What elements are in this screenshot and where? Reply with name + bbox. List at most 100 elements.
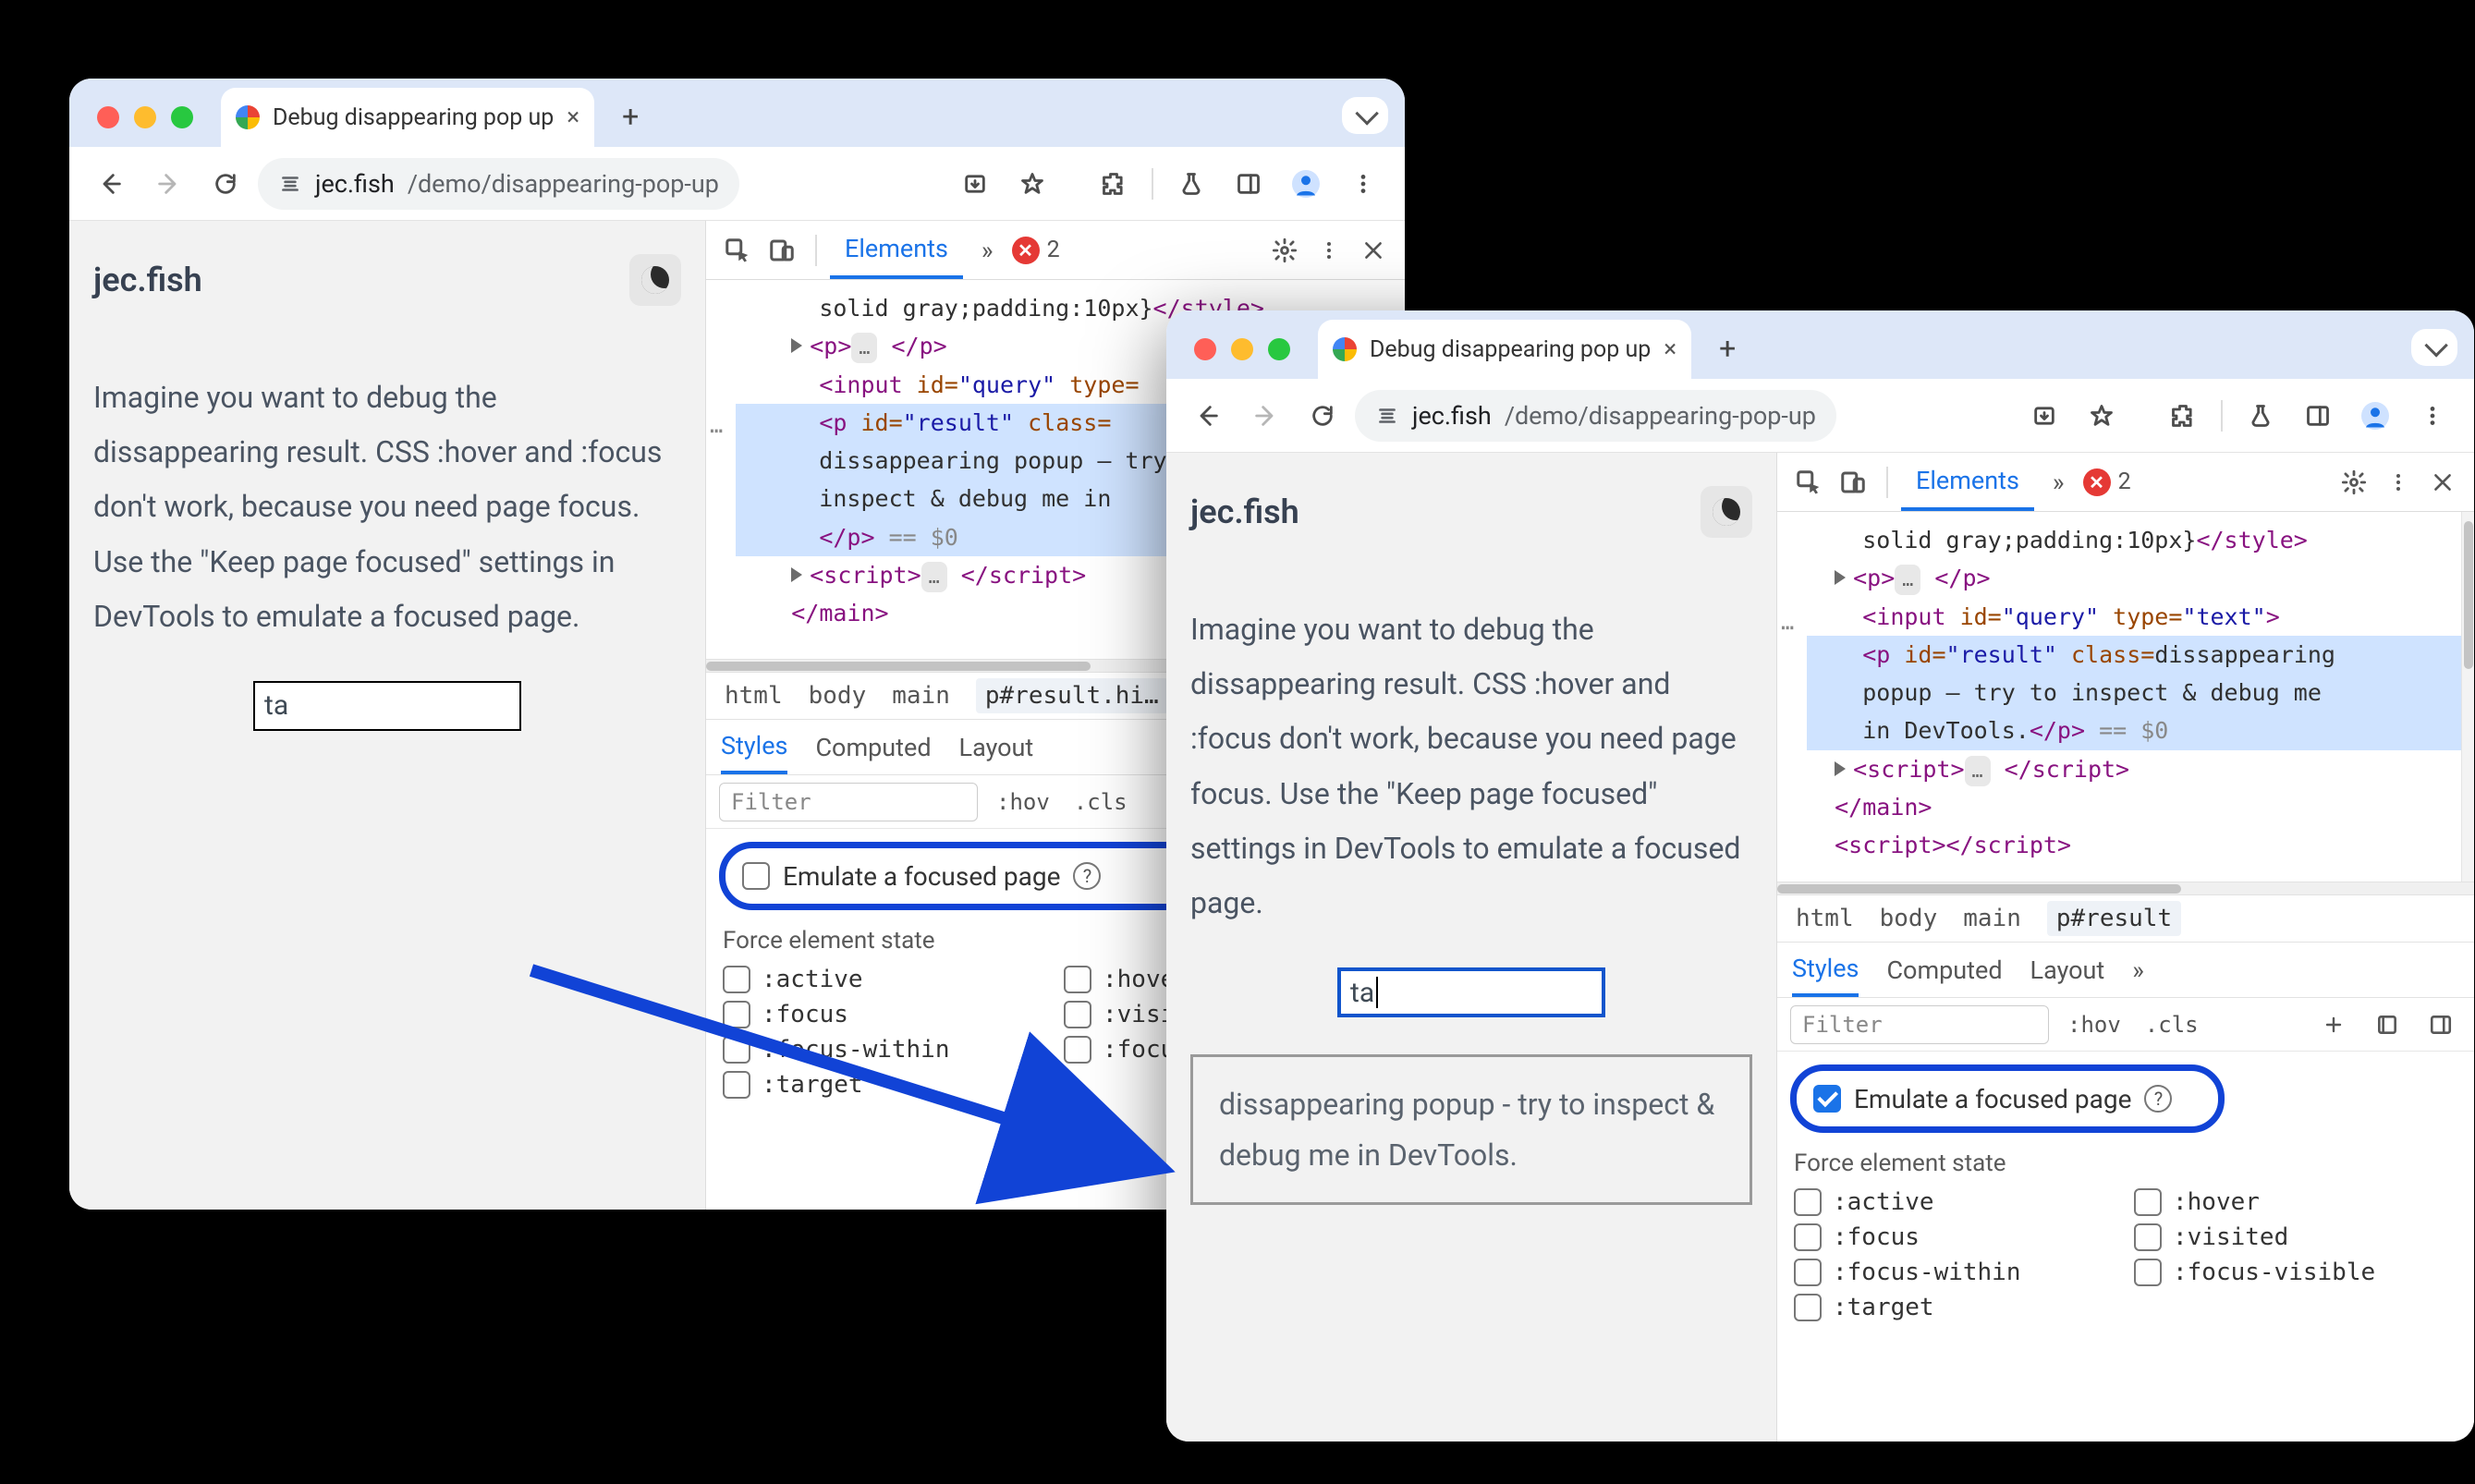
- emulate-checkbox[interactable]: [1813, 1085, 1841, 1113]
- state-target[interactable]: :target: [723, 1071, 1047, 1099]
- devtools-kebab-icon[interactable]: [2378, 462, 2419, 503]
- state-target[interactable]: :target: [1794, 1294, 2117, 1321]
- forward-button[interactable]: [1240, 391, 1290, 441]
- kebab-menu-icon[interactable]: [2408, 391, 2457, 441]
- dom-tree[interactable]: ⋯ solid gray;padding:10px}</style> <p>… …: [1777, 512, 2474, 882]
- computed-styles-icon[interactable]: [2367, 1004, 2408, 1045]
- state-focus-visible[interactable]: :focus-visible: [2134, 1259, 2457, 1286]
- browser-tab[interactable]: Debug disappearing pop up ×: [1318, 320, 1691, 379]
- minimize-window-icon[interactable]: [134, 106, 156, 128]
- crumb-selected[interactable]: p#result: [2047, 901, 2181, 936]
- crumb-body[interactable]: body: [1880, 905, 1938, 932]
- kebab-menu-icon[interactable]: [1338, 159, 1388, 209]
- device-toolbar-icon[interactable]: [1833, 462, 1873, 503]
- maximize-window-icon[interactable]: [171, 106, 193, 128]
- new-style-rule-icon[interactable]: [2313, 1004, 2354, 1045]
- install-app-icon[interactable]: [950, 159, 1000, 209]
- error-badge-icon[interactable]: ✕: [1012, 237, 1040, 264]
- devtools-close-icon[interactable]: [1353, 230, 1394, 271]
- minimize-window-icon[interactable]: [1231, 338, 1253, 360]
- maximize-window-icon[interactable]: [1268, 338, 1290, 360]
- bookmark-icon[interactable]: [2077, 391, 2127, 441]
- subtab-more[interactable]: »: [2132, 955, 2144, 985]
- close-window-icon[interactable]: [1194, 338, 1216, 360]
- device-toolbar-icon[interactable]: [762, 230, 802, 271]
- subtab-computed[interactable]: Computed: [815, 733, 931, 762]
- tab-elements[interactable]: Elements: [830, 221, 963, 279]
- crumb-body[interactable]: body: [809, 682, 867, 710]
- hov-toggle[interactable]: :hov: [2062, 1012, 2127, 1038]
- address-bar[interactable]: jec.fish/demo/disappearing-pop-up: [1355, 390, 1836, 442]
- state-focus[interactable]: :focus: [723, 1001, 1047, 1028]
- tab-dropdown-button[interactable]: [2411, 329, 2457, 366]
- reload-button[interactable]: [201, 159, 250, 209]
- profile-icon[interactable]: [2350, 391, 2400, 441]
- settings-icon[interactable]: [1264, 230, 1305, 271]
- labs-icon[interactable]: [2236, 391, 2286, 441]
- bookmark-icon[interactable]: [1007, 159, 1057, 209]
- subtab-computed[interactable]: Computed: [1886, 955, 2002, 985]
- back-button[interactable]: [1183, 391, 1233, 441]
- close-window-icon[interactable]: [97, 106, 119, 128]
- devtools-kebab-icon[interactable]: [1309, 230, 1349, 271]
- theme-toggle[interactable]: [629, 254, 681, 306]
- help-icon[interactable]: ?: [2144, 1085, 2172, 1113]
- browser-tab[interactable]: Debug disappearing pop up ×: [221, 88, 594, 147]
- extensions-icon[interactable]: [2158, 391, 2208, 441]
- install-app-icon[interactable]: [2019, 391, 2069, 441]
- state-hover[interactable]: :hover: [2134, 1188, 2457, 1216]
- state-focus[interactable]: :focus: [1794, 1223, 2117, 1251]
- address-bar[interactable]: jec.fish/demo/disappearing-pop-up: [258, 158, 739, 210]
- crumb-html[interactable]: html: [725, 682, 783, 710]
- filter-input[interactable]: Filter: [1790, 1005, 2049, 1044]
- state-focus-within[interactable]: :focus-within: [1794, 1259, 2117, 1286]
- back-button[interactable]: [86, 159, 136, 209]
- tab-elements[interactable]: Elements: [1901, 453, 2034, 511]
- forward-button[interactable]: [143, 159, 193, 209]
- theme-toggle[interactable]: [1701, 486, 1752, 538]
- labs-icon[interactable]: [1166, 159, 1216, 209]
- profile-icon[interactable]: [1281, 159, 1331, 209]
- error-badge-icon[interactable]: ✕: [2083, 468, 2111, 496]
- side-panel-icon[interactable]: [2293, 391, 2343, 441]
- side-panel-icon[interactable]: [1224, 159, 1274, 209]
- reload-button[interactable]: [1298, 391, 1347, 441]
- subtab-styles[interactable]: Styles: [1792, 943, 1859, 997]
- hov-toggle[interactable]: :hov: [991, 789, 1055, 815]
- inspect-icon[interactable]: [717, 230, 758, 271]
- dom-horizontal-scrollbar[interactable]: [1777, 882, 2474, 894]
- state-visited[interactable]: :visited: [2134, 1223, 2457, 1251]
- new-tab-button[interactable]: +: [607, 93, 653, 140]
- filter-input[interactable]: Filter: [719, 783, 978, 821]
- state-active[interactable]: :active: [723, 966, 1047, 993]
- state-active[interactable]: :active: [1794, 1188, 2117, 1216]
- state-focus-within[interactable]: :focus-within: [723, 1036, 1047, 1064]
- close-tab-icon[interactable]: ×: [1664, 335, 1676, 363]
- crumb-html[interactable]: html: [1796, 905, 1854, 932]
- tab-more[interactable]: »: [967, 221, 1008, 279]
- crumb-main[interactable]: main: [892, 682, 950, 710]
- tab-dropdown-button[interactable]: [1342, 97, 1388, 134]
- help-icon[interactable]: ?: [1073, 862, 1101, 890]
- extensions-icon[interactable]: [1089, 159, 1139, 209]
- new-tab-button[interactable]: +: [1704, 325, 1750, 371]
- emulate-checkbox[interactable]: [742, 862, 770, 890]
- subtab-layout[interactable]: Layout: [959, 733, 1034, 762]
- overflow-icon[interactable]: ⋯: [710, 413, 725, 450]
- dom-vertical-scrollbar[interactable]: [2461, 512, 2474, 882]
- crumb-selected[interactable]: p#result.hi…: [976, 678, 1168, 713]
- tab-more[interactable]: »: [2038, 453, 2079, 511]
- cls-toggle[interactable]: .cls: [2140, 1012, 2204, 1038]
- subtab-layout[interactable]: Layout: [2030, 955, 2105, 985]
- cls-toggle[interactable]: .cls: [1068, 789, 1133, 815]
- close-tab-icon[interactable]: ×: [567, 103, 579, 131]
- query-input[interactable]: ta: [1337, 967, 1605, 1017]
- subtab-styles[interactable]: Styles: [721, 720, 787, 774]
- overflow-icon[interactable]: ⋯: [1781, 610, 1796, 647]
- settings-icon[interactable]: [2334, 462, 2374, 503]
- rendering-icon[interactable]: [2420, 1004, 2461, 1045]
- devtools-close-icon[interactable]: [2422, 462, 2463, 503]
- query-input[interactable]: ta: [253, 681, 521, 731]
- breadcrumb[interactable]: html body main p#result: [1777, 894, 2474, 943]
- inspect-icon[interactable]: [1788, 462, 1829, 503]
